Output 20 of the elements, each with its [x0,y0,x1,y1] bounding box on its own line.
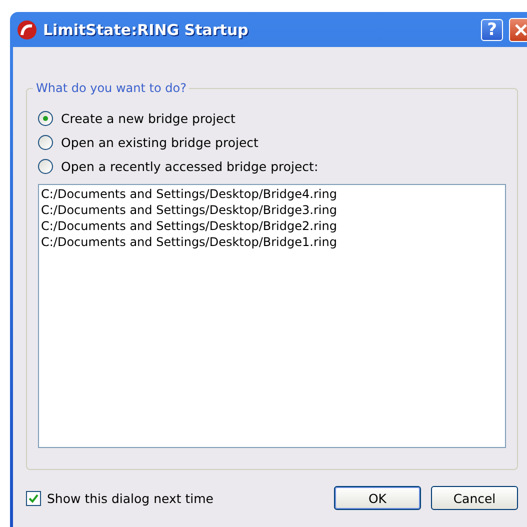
radio-option[interactable]: Open a recently accessed bridge project: [38,154,506,178]
recent-file-item[interactable]: C:/Documents and Settings/Desktop/Bridge4.ring [41,186,503,202]
ok-button[interactable]: OK [334,486,421,510]
recent-file-item[interactable]: C:/Documents and Settings/Desktop/Bridge1.ring [41,234,503,250]
radio-button[interactable] [38,134,53,150]
group-title: What do you want to do? [33,81,190,95]
window-title: LimitState:RING Startup [43,20,250,38]
radio-button[interactable] [38,158,53,174]
radio-option[interactable]: Open an existing bridge project [38,130,506,154]
radio-button[interactable] [38,110,53,126]
recent-file-item[interactable]: C:/Documents and Settings/Desktop/Bridge3.ring [41,202,503,218]
cancel-button[interactable]: Cancel [431,486,518,510]
recent-file-item[interactable]: C:/Documents and Settings/Desktop/Bridge2.ring [41,218,503,234]
recent-files-list[interactable]: C:/Documents and Settings/Desktop/Bridge4.ring C:/Documents and Settings/Desktop/Bridge3.ring C:/Documents and Settings/Desktop/Bridge2.ring C:/Documents and Settings/Desktop/Bridge1.ring [38,184,506,448]
checkbox[interactable] [26,490,41,506]
close-icon[interactable] [509,18,527,42]
app-logo-icon [17,20,37,40]
radio-option[interactable]: Create a new bridge project [38,106,506,130]
help-button[interactable]: ? [481,18,503,40]
checkbox-label: Show this dialog next time [47,490,214,506]
